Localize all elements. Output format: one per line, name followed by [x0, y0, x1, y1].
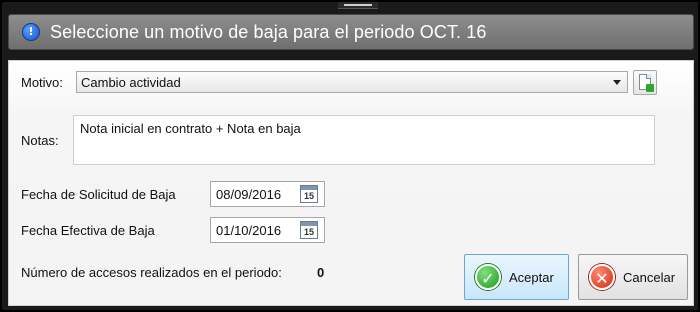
accesos-count: 0 [317, 265, 325, 280]
calendar-icon[interactable]: 15 [300, 185, 318, 203]
dialog-window: ! Seleccione un motivo de baja para el p… [2, 2, 698, 310]
drag-grip[interactable] [338, 2, 378, 9]
close-icon: ✕ [589, 264, 615, 290]
title-bar[interactable]: ! Seleccione un motivo de baja para el p… [8, 14, 694, 50]
fecha-solicitud-picker[interactable]: 08/09/2016 15 [210, 181, 325, 207]
chevron-down-icon [613, 80, 621, 85]
accept-button[interactable]: ✓ Aceptar [464, 254, 569, 300]
accept-label: Aceptar [509, 269, 554, 285]
fecha-efectiva-value: 01/10/2016 [216, 222, 282, 238]
notas-textarea[interactable]: Nota inicial en contrato + Nota en baja [73, 115, 655, 165]
notas-label: Notas: [21, 133, 59, 148]
calendar-icon[interactable]: 15 [300, 221, 318, 239]
info-icon: ! [22, 23, 40, 41]
motivo-dropdown[interactable]: Cambio actividad [76, 71, 628, 93]
fecha-solicitud-label: Fecha de Solicitud de Baja [21, 187, 176, 202]
accesos-label: Número de accesos realizados en el perio… [21, 265, 282, 280]
fecha-efectiva-label: Fecha Efectiva de Baja [21, 223, 155, 238]
plus-icon [646, 84, 654, 92]
add-document-button[interactable] [633, 70, 657, 95]
dialog-title: Seleccione un motivo de baja para el per… [50, 21, 487, 42]
motivo-selected-value: Cambio actividad [81, 74, 181, 90]
cancel-button[interactable]: ✕ Cancelar [578, 254, 688, 300]
cancel-label: Cancelar [623, 269, 676, 285]
check-icon: ✓ [475, 264, 501, 290]
form-panel: Motivo: Cambio actividad Notas: Nota ini… [8, 60, 694, 306]
fecha-efectiva-picker[interactable]: 01/10/2016 15 [210, 217, 325, 243]
fecha-solicitud-value: 08/09/2016 [216, 186, 282, 202]
motivo-label: Motivo: [21, 75, 63, 90]
